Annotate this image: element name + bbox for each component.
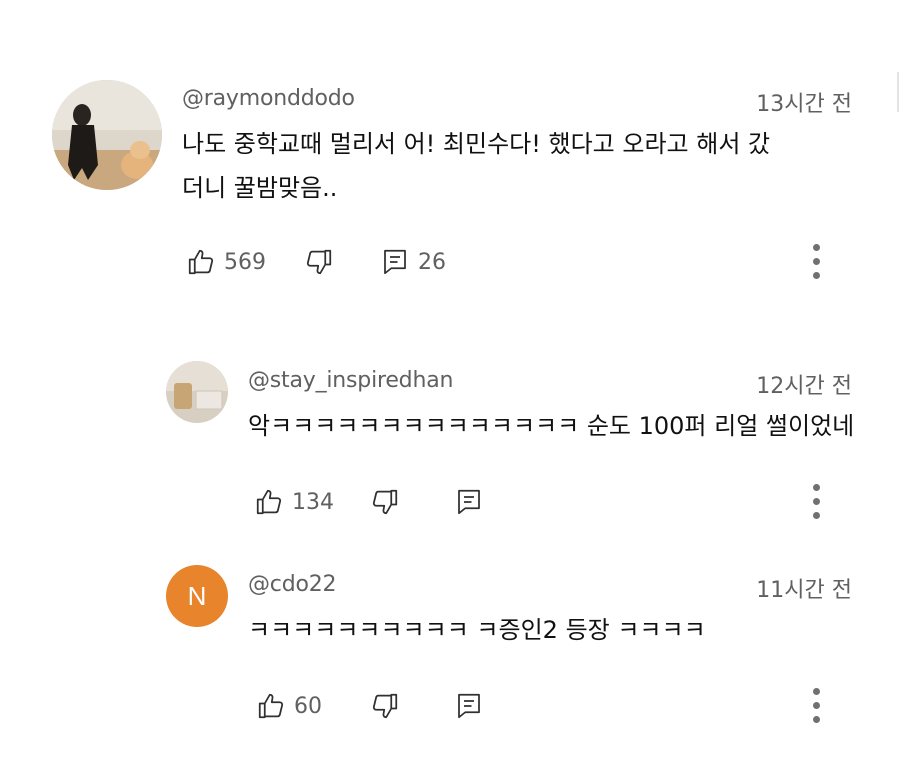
scroll-edge	[897, 72, 899, 112]
reply-count: 26	[418, 249, 446, 275]
like-count: 60	[294, 693, 322, 719]
comment-icon	[458, 489, 480, 515]
comment-actions: 134	[254, 482, 854, 522]
comment-author[interactable]: @raymonddodo	[182, 86, 355, 111]
comment-author[interactable]: @cdo22	[248, 572, 337, 597]
reply-button[interactable]: 26	[380, 242, 446, 282]
reply-button[interactable]	[454, 686, 484, 726]
like-button[interactable]: 60	[256, 686, 322, 726]
comment-icon	[384, 249, 406, 275]
comment-text-line: 더니 꿀밤맞음..	[182, 174, 338, 202]
comment-time[interactable]: 12시간 전	[756, 368, 852, 400]
comment-actions: 60	[256, 686, 856, 726]
like-count: 569	[224, 249, 266, 275]
like-button[interactable]: 569	[186, 242, 266, 282]
comment-text-line: 나도 중학교때 멀리서 어! 최민수다! 했다고 오라고 해서 갔	[182, 130, 771, 158]
thumbs-down-icon	[372, 489, 398, 515]
comment-time[interactable]: 11시간 전	[756, 572, 852, 604]
avatar-photo	[166, 361, 228, 423]
comment-time[interactable]: 13시간 전	[756, 86, 852, 118]
dislike-button[interactable]	[370, 686, 400, 726]
thumbs-down-icon	[372, 693, 398, 719]
thumbs-up-icon	[188, 249, 214, 275]
thumbs-up-icon	[256, 489, 282, 515]
more-vertical-icon[interactable]	[811, 686, 821, 726]
comment-icon	[458, 693, 480, 719]
thumbs-up-icon	[258, 693, 284, 719]
dislike-button[interactable]	[304, 242, 334, 282]
comment-author[interactable]: @stay_inspiredhan	[248, 368, 453, 393]
more-vertical-icon[interactable]	[811, 482, 821, 522]
comment-actions: 569 26	[186, 242, 866, 282]
reply-button[interactable]	[454, 482, 484, 522]
like-button[interactable]: 134	[254, 482, 334, 522]
comment-text: ㅋㅋㅋㅋㅋㅋㅋㅋㅋㅋ ㅋ증인2 등장 ㅋㅋㅋㅋ	[248, 616, 706, 644]
comment-text: 나도 중학교때 멀리서 어! 최민수다! 했다고 오라고 해서 갔 더니 꿀밤맞…	[182, 122, 770, 210]
comment-text: 악ㅋㅋㅋㅋㅋㅋㅋㅋㅋㅋㅋㅋㅋㅋ 순도 100퍼 리얼 썰이었네	[248, 412, 855, 440]
dislike-button[interactable]	[370, 482, 400, 522]
more-vertical-icon[interactable]	[811, 242, 821, 282]
like-count: 134	[292, 489, 334, 515]
avatar-letter: N	[187, 580, 207, 611]
avatar[interactable]	[166, 361, 228, 423]
avatar-photo	[52, 80, 162, 190]
thumbs-down-icon	[306, 249, 332, 275]
avatar[interactable]	[52, 80, 162, 190]
avatar[interactable]: N	[166, 565, 228, 627]
